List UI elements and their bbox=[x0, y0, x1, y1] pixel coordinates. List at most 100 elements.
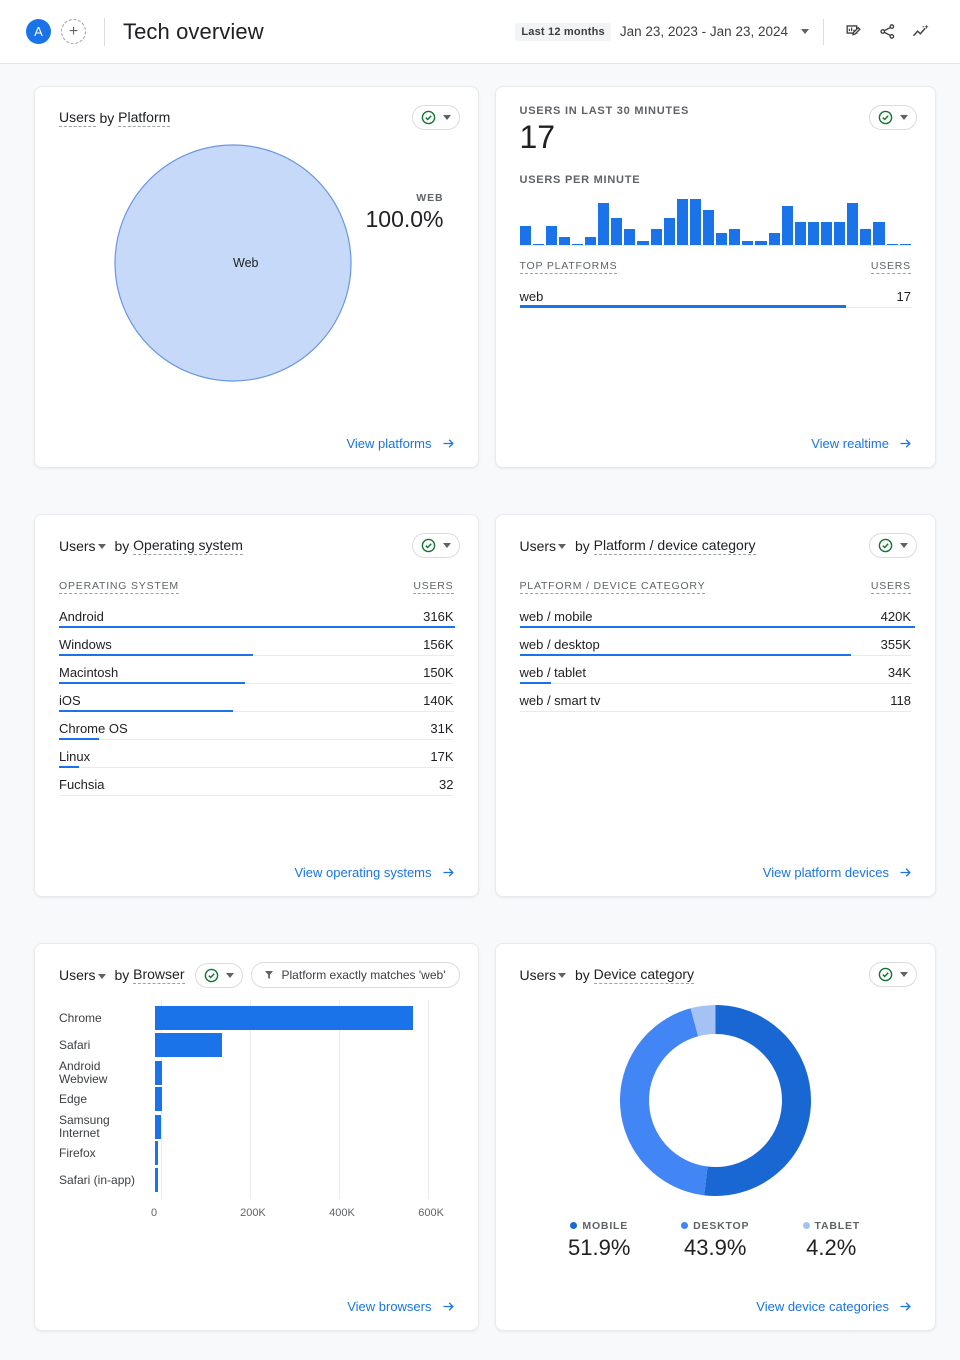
column-header-platform-device-category[interactable]: PLATFORM / DEVICE CATEGORY bbox=[519, 580, 842, 600]
chevron-down-icon[interactable] bbox=[442, 543, 451, 548]
cell-dimension: web bbox=[519, 279, 846, 308]
legend-item[interactable]: MOBILE 51.9% bbox=[541, 1216, 657, 1261]
bar-row[interactable]: Chrome bbox=[59, 1006, 444, 1030]
legend-item[interactable]: DESKTOP 43.9% bbox=[657, 1216, 773, 1261]
metric-name[interactable]: Users bbox=[59, 967, 96, 983]
add-comparison-icon[interactable]: + bbox=[61, 19, 86, 44]
dimension-name[interactable]: Device category bbox=[593, 966, 695, 984]
cell-dimension: Linux bbox=[59, 739, 355, 768]
table-row[interactable]: web / smart tv 118 bbox=[519, 683, 911, 712]
table-row[interactable]: web / tablet 34K bbox=[519, 655, 911, 684]
chevron-down-icon[interactable] bbox=[900, 543, 908, 548]
bar-fill[interactable] bbox=[155, 1141, 158, 1165]
dimension-name[interactable]: Platform / device category bbox=[593, 537, 756, 555]
data-quality-pill[interactable] bbox=[869, 962, 917, 987]
bar-fill[interactable] bbox=[155, 1006, 414, 1030]
table-row[interactable]: web 17 bbox=[519, 279, 911, 308]
table-row[interactable]: Chrome OS 31K bbox=[59, 711, 454, 740]
card-header: Users by Browser Platform exactly matche… bbox=[35, 944, 478, 988]
check-circle-icon bbox=[421, 110, 435, 125]
sparkline-label: USERS PER MINUTE bbox=[519, 173, 641, 186]
donut-segment-tablet[interactable] bbox=[690, 1005, 716, 1037]
dimension-name[interactable]: Platform bbox=[118, 109, 171, 127]
table-row[interactable]: web / desktop 355K bbox=[519, 627, 911, 656]
bar-fill[interactable] bbox=[155, 1168, 158, 1192]
chevron-down-icon[interactable] bbox=[225, 972, 234, 978]
data-quality-pill[interactable] bbox=[869, 533, 917, 558]
link-label: View platforms bbox=[346, 436, 432, 451]
metric-name[interactable]: Users bbox=[520, 967, 557, 983]
bar-row[interactable]: Android Webview bbox=[59, 1060, 444, 1086]
view-platform-devices-link[interactable]: View platform devices bbox=[763, 865, 913, 880]
view-browsers-link[interactable]: View browsers bbox=[347, 1299, 455, 1314]
table-body: Android 316K Windows 156K Macintosh 150K iOS 14… bbox=[59, 600, 455, 796]
table-row[interactable]: iOS 140K bbox=[59, 683, 454, 712]
table-row[interactable]: Fuchsia 32 bbox=[59, 767, 454, 796]
dimension-name[interactable]: Operating system bbox=[133, 537, 243, 555]
bar-fill[interactable] bbox=[155, 1087, 162, 1111]
view-device-categories-link[interactable]: View device categories bbox=[756, 1299, 913, 1314]
title-connector: by bbox=[571, 966, 594, 983]
data-quality-pill[interactable] bbox=[411, 533, 460, 558]
table-row[interactable]: web / mobile 420K bbox=[519, 600, 915, 628]
chevron-down-icon[interactable] bbox=[558, 973, 567, 978]
card-footer: View platforms bbox=[35, 436, 478, 467]
card-header-actions bbox=[869, 962, 917, 987]
table-row[interactable]: Macintosh 150K bbox=[59, 655, 454, 684]
date-range-selector[interactable]: Last 12 months Jan 23, 2023 - Jan 23, 20… bbox=[515, 22, 809, 41]
bar-row[interactable]: Safari (in-app) bbox=[59, 1168, 444, 1192]
data-quality-pill[interactable] bbox=[869, 105, 917, 130]
metric-name[interactable]: Users bbox=[59, 538, 96, 554]
edit-chart-icon[interactable] bbox=[836, 15, 870, 49]
table-row[interactable]: Linux 17K bbox=[59, 739, 454, 768]
data-quality-pill[interactable] bbox=[194, 962, 243, 988]
table-head: PLATFORM / DEVICE CATEGORY USERS bbox=[519, 580, 911, 600]
column-header-users[interactable]: USERS bbox=[841, 580, 911, 600]
share-icon[interactable] bbox=[870, 15, 904, 49]
bar-row[interactable]: Edge bbox=[59, 1087, 444, 1111]
legend-item[interactable]: TABLET 4.2% bbox=[773, 1216, 889, 1261]
chevron-down-icon[interactable] bbox=[97, 973, 106, 979]
view-platforms-link[interactable]: View platforms bbox=[346, 436, 455, 451]
x-axis-tick-label: 400K bbox=[329, 1207, 355, 1219]
operating-system-table: OPERATING SYSTEM USERS Android 316K Window… bbox=[59, 580, 455, 796]
table-row[interactable]: Android 316K bbox=[59, 600, 455, 628]
column-header-users[interactable]: USERS bbox=[797, 260, 911, 280]
view-operating-systems-link[interactable]: View operating systems bbox=[294, 865, 455, 880]
account-avatar[interactable]: A bbox=[26, 19, 51, 44]
bar-row[interactable]: Firefox bbox=[59, 1141, 444, 1165]
view-realtime-link[interactable]: View realtime bbox=[811, 436, 913, 451]
table-row[interactable]: Windows 156K bbox=[59, 627, 454, 656]
bar-fill[interactable] bbox=[155, 1061, 163, 1085]
cell-dimension: Macintosh bbox=[59, 655, 355, 684]
chevron-down-icon[interactable] bbox=[900, 115, 908, 120]
column-header-users[interactable]: USERS bbox=[354, 580, 454, 600]
bar-fill[interactable] bbox=[155, 1033, 222, 1057]
chevron-down-icon[interactable] bbox=[97, 544, 106, 549]
filter-chip-platform[interactable]: Platform exactly matches 'web' bbox=[250, 962, 460, 988]
column-header-platform[interactable]: TOP PLATFORMS bbox=[519, 260, 798, 280]
metric-name[interactable]: Users bbox=[520, 538, 557, 554]
chevron-down-icon[interactable] bbox=[558, 544, 567, 549]
sparkline-bar bbox=[847, 202, 859, 245]
chevron-down-icon[interactable] bbox=[801, 29, 809, 34]
bar-fill[interactable] bbox=[155, 1115, 161, 1139]
chevron-down-icon[interactable] bbox=[442, 115, 451, 120]
bar-category-label: Edge bbox=[59, 1091, 88, 1106]
column-header-operating-system[interactable]: OPERATING SYSTEM bbox=[59, 580, 354, 600]
bar-row[interactable]: Safari bbox=[59, 1033, 444, 1057]
arrow-right-icon bbox=[900, 439, 911, 448]
metric-name[interactable]: Users bbox=[59, 109, 96, 127]
kpi-label: USERS IN LAST 30 MINUTES bbox=[519, 105, 690, 117]
bar-row[interactable]: Samsung Internet bbox=[59, 1114, 444, 1140]
card-footer: View operating systems bbox=[35, 865, 478, 896]
donut-segment-mobile[interactable] bbox=[703, 1005, 811, 1196]
dimension-name[interactable]: Browser bbox=[133, 966, 185, 984]
top-platforms-table: TOP PLATFORMS USERS web 17 bbox=[519, 260, 911, 308]
data-quality-pill[interactable] bbox=[411, 105, 460, 130]
bar-category-label: Chrome bbox=[59, 1010, 102, 1025]
users-per-minute-sparkline bbox=[519, 196, 911, 246]
chevron-down-icon[interactable] bbox=[900, 972, 908, 977]
insights-icon[interactable] bbox=[904, 15, 938, 49]
donut-segment-desktop[interactable] bbox=[619, 1008, 708, 1196]
